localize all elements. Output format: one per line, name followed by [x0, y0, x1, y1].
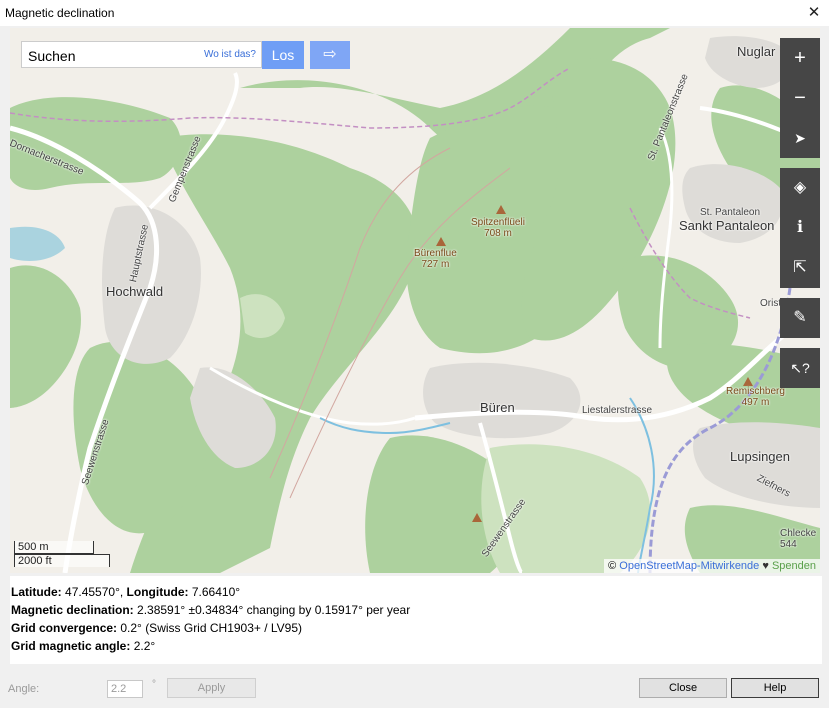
- scale-metric: 500 m: [14, 541, 94, 554]
- peak-name: Bürenflue: [414, 248, 457, 259]
- angle-input[interactable]: 2.2: [107, 680, 143, 698]
- peak-elevation: 727 m: [421, 259, 450, 270]
- map-scale: 500 m 2000 ft: [14, 541, 110, 567]
- latitude-label: Latitude:: [11, 585, 62, 599]
- convergence-label: Grid convergence:: [11, 621, 118, 635]
- place-name: Chlecke: [780, 528, 817, 539]
- longitude-value: 7.66410°: [191, 585, 241, 599]
- close-button[interactable]: Close: [639, 678, 727, 698]
- latitude-value: 47.45570°,: [65, 585, 124, 599]
- peak-name: Remischberg: [726, 386, 785, 397]
- add-note-button[interactable]: ✎: [780, 298, 820, 338]
- help-button[interactable]: Help: [731, 678, 819, 698]
- declination-value: 2.38591° ±0.34834° changing by 0.15917° …: [137, 603, 411, 617]
- grid-magnetic-angle-value: 2.2°: [133, 639, 156, 653]
- peak-elevation: 497 m: [741, 397, 770, 408]
- convergence-value: 0.2° (Swiss Grid CH1903+ / LV95): [120, 621, 303, 635]
- place-label-bueren: Büren: [480, 400, 515, 415]
- donate-link[interactable]: Spenden: [772, 560, 816, 572]
- copyright-symbol: ©: [608, 560, 617, 572]
- place-label-st-pantaleon: St. Pantaleon: [700, 207, 761, 218]
- map-attribution: © OpenStreetMap-Mitwirkende ♥ Spenden: [604, 559, 820, 573]
- search-go-button[interactable]: Los: [262, 41, 304, 69]
- search-box[interactable]: Wo ist das?: [21, 41, 262, 68]
- place-label-chlecke: Chlecke 544: [780, 528, 816, 550]
- map-zoom-controls: + − ➤: [780, 38, 820, 158]
- peak-label-remischberg: Remischberg 497 m: [726, 386, 785, 408]
- info-button[interactable]: ℹ: [780, 208, 820, 248]
- peak-label-buerenflue: Bürenflue 727 m: [414, 248, 457, 270]
- zoom-in-button[interactable]: +: [780, 38, 820, 78]
- query-control: ↖?: [780, 348, 820, 388]
- window-title: Magnetic declination: [5, 6, 115, 20]
- longitude-label: Longitude:: [126, 585, 189, 599]
- share-button[interactable]: ⇱: [780, 248, 820, 288]
- declination-label: Magnetic declination:: [11, 603, 134, 617]
- declination-row: Magnetic declination: 2.38591° ±0.34834°…: [11, 603, 410, 617]
- apply-button[interactable]: Apply: [167, 678, 256, 698]
- layers-button[interactable]: ◈: [780, 168, 820, 208]
- road-label-liestalerstrasse: Liestalerstrasse: [582, 405, 653, 416]
- scale-imperial: 2000 ft: [14, 554, 110, 567]
- place-label-sankt-pantaleon: Sankt Pantaleon: [679, 218, 775, 233]
- search-input[interactable]: [26, 45, 190, 67]
- place-label-lupsingen: Lupsingen: [730, 449, 790, 464]
- where-is-this-link[interactable]: Wo ist das?: [204, 49, 256, 60]
- map-view[interactable]: Nuglar Dornacherstrasse Gempenstrasse Ha…: [10, 28, 820, 573]
- zoom-out-button[interactable]: −: [780, 78, 820, 118]
- heart-icon: ♥: [762, 560, 769, 572]
- place-elevation: 544: [780, 539, 797, 550]
- note-control: ✎: [780, 298, 820, 338]
- peak-name: Spitzenflüeli: [471, 217, 525, 228]
- angle-label: Angle:: [8, 683, 40, 695]
- title-bar: Magnetic declination ✕: [0, 0, 829, 26]
- coordinates-row: Latitude: 47.45570°, Longitude: 7.66410°: [11, 585, 240, 599]
- route-arrow-icon[interactable]: ⇨: [310, 41, 350, 69]
- convergence-row: Grid convergence: 0.2° (Swiss Grid CH190…: [11, 621, 302, 635]
- degree-symbol: °: [152, 679, 156, 690]
- map-tiles[interactable]: [10, 28, 820, 573]
- query-features-button[interactable]: ↖?: [780, 348, 820, 388]
- info-panel: Latitude: 47.45570°, Longitude: 7.66410°…: [10, 576, 822, 664]
- peak-label-spitzenflueli: Spitzenflüeli 708 m: [471, 217, 525, 239]
- grid-magnetic-angle-label: Grid magnetic angle:: [11, 639, 131, 653]
- peak-elevation: 708 m: [484, 228, 512, 239]
- place-label-hochwald: Hochwald: [106, 284, 164, 299]
- map-tool-controls: ◈ ℹ ⇱: [780, 168, 820, 288]
- window-close-button[interactable]: ✕: [799, 0, 829, 26]
- place-label-nuglar: Nuglar: [737, 44, 776, 59]
- grid-magnetic-angle-row: Grid magnetic angle: 2.2°: [11, 639, 155, 653]
- dialog-footer: Angle: 2.2 ° Apply Close Help: [0, 676, 829, 708]
- osm-contributors-link[interactable]: OpenStreetMap-Mitwirkende: [619, 560, 759, 572]
- locate-button[interactable]: ➤: [780, 118, 820, 158]
